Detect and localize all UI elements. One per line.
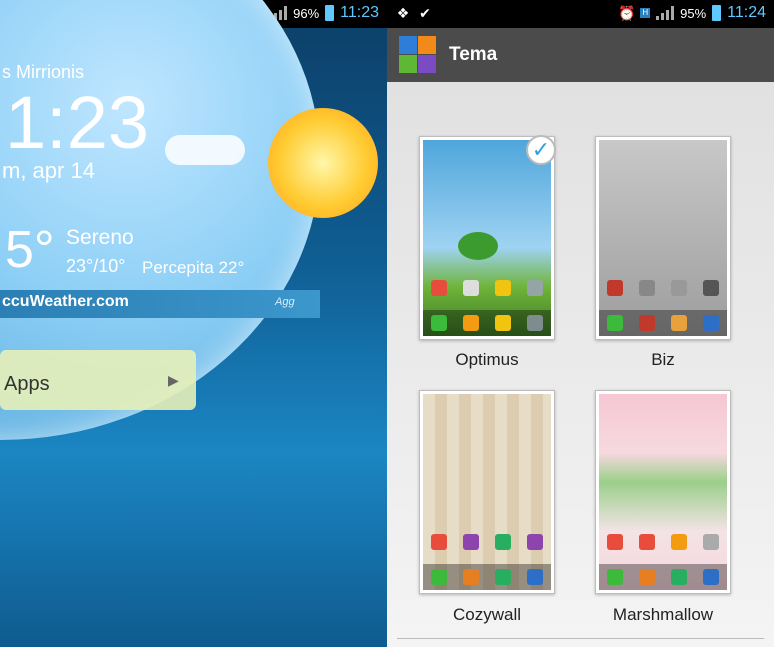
clock: 11:23 bbox=[340, 4, 379, 21]
widget-feels-like: Percepita 22° bbox=[142, 258, 245, 277]
theme-settings-panel: ❖ ✔ ⏰ H 95% 11:24 Tema ✓ Optimus Biz Coz… bbox=[387, 0, 774, 647]
sun-icon bbox=[268, 108, 378, 218]
cloud-icon bbox=[165, 135, 245, 165]
battery-percent: 96% bbox=[293, 5, 320, 21]
widget-time: 1:23 bbox=[5, 81, 150, 164]
theme-preview bbox=[599, 140, 727, 336]
battery-percent: 95% bbox=[680, 5, 707, 21]
theme-card-optimus[interactable]: ✓ bbox=[419, 135, 556, 340]
selected-check-icon: ✓ bbox=[526, 135, 556, 165]
tree-icon bbox=[458, 232, 498, 260]
divider bbox=[397, 638, 764, 639]
theme-name-marshmallow: Marshmallow bbox=[612, 605, 714, 624]
network-type: H bbox=[640, 8, 651, 18]
theme-app-icon[interactable] bbox=[399, 36, 437, 74]
apps-label: Apps bbox=[4, 373, 50, 395]
dropbox-icon: ❖ bbox=[396, 5, 410, 21]
widget-date: m, apr 14 bbox=[2, 158, 95, 183]
theme-preview bbox=[423, 394, 551, 590]
clock: 11:24 bbox=[727, 4, 766, 21]
weather-update-label: Agg bbox=[275, 296, 295, 308]
theme-name-optimus: Optimus bbox=[455, 350, 519, 369]
theme-card-biz[interactable] bbox=[595, 136, 731, 340]
theme-name-biz: Biz bbox=[651, 350, 675, 369]
chevron-right-icon: ▶ bbox=[168, 372, 179, 388]
alarm-icon: ⏰ bbox=[618, 5, 636, 21]
lockscreen-weather-panel: ❖ ✔ ⏰ 3G 96% 11:23 s Mirrionis 1:23 m, a… bbox=[0, 0, 387, 647]
battery-icon bbox=[325, 5, 335, 21]
status-bar: ❖ ✔ ⏰ H 95% 11:24 bbox=[387, 0, 774, 28]
widget-temperature: 5° bbox=[5, 221, 55, 279]
theme-name-cozywall: Cozywall bbox=[452, 605, 522, 624]
widget-condition: Sereno bbox=[66, 226, 134, 249]
widget-temp-range: 23°/10° bbox=[66, 256, 126, 276]
battery-icon bbox=[712, 5, 722, 21]
weather-brand: ccuWeather.com bbox=[2, 293, 129, 310]
action-bar: Tema bbox=[387, 28, 774, 82]
messenger-icon: ✔ bbox=[419, 5, 431, 21]
theme-card-marshmallow[interactable] bbox=[595, 390, 731, 594]
theme-preview bbox=[599, 394, 727, 590]
theme-card-cozywall[interactable] bbox=[419, 390, 555, 594]
page-title: Tema bbox=[449, 44, 498, 65]
theme-preview bbox=[423, 140, 551, 336]
theme-grid: ✓ Optimus Biz Cozywall Marshmallow bbox=[387, 82, 774, 647]
signal-icon bbox=[656, 6, 675, 20]
